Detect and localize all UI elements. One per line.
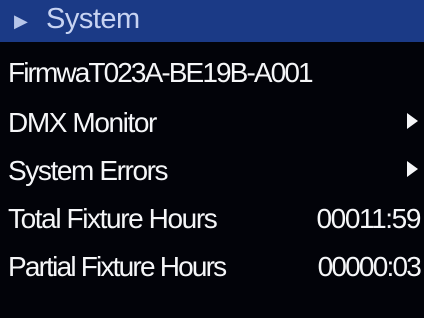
partial-fixture-hours-label: Partial Fixture Hours xyxy=(8,251,227,282)
chevron-right-icon xyxy=(407,113,418,129)
menu-item-system-errors[interactable]: System Errors xyxy=(0,150,424,196)
partial-fixture-hours-value: 00000:03 xyxy=(317,251,422,282)
chevron-right-icon xyxy=(407,161,418,177)
firmware-label: FirmwaT023A-BE19B-A001 xyxy=(8,57,314,88)
system-errors-label: System Errors xyxy=(8,155,169,186)
menu-item-dmx-monitor[interactable]: DMX Monitor xyxy=(0,102,424,148)
right-triangle-icon: ▶ xyxy=(14,11,28,31)
dmx-monitor-label: DMX Monitor xyxy=(8,107,157,138)
device-screen: ▶ System FirmwaT023A-BE19B-A001 DMX Moni… xyxy=(0,0,424,318)
total-fixture-hours-value: 00011:59 xyxy=(316,203,421,234)
menu-header: ▶ System xyxy=(0,0,424,42)
menu-item-firmware[interactable]: FirmwaT023A-BE19B-A001 xyxy=(0,52,424,98)
menu-item-partial-fixture-hours[interactable]: Partial Fixture Hours 00000:03 xyxy=(0,246,424,292)
menu-title: System xyxy=(46,3,140,35)
menu-item-total-fixture-hours[interactable]: Total Fixture Hours 00011:59 xyxy=(0,198,424,244)
total-fixture-hours-label: Total Fixture Hours xyxy=(8,203,218,234)
